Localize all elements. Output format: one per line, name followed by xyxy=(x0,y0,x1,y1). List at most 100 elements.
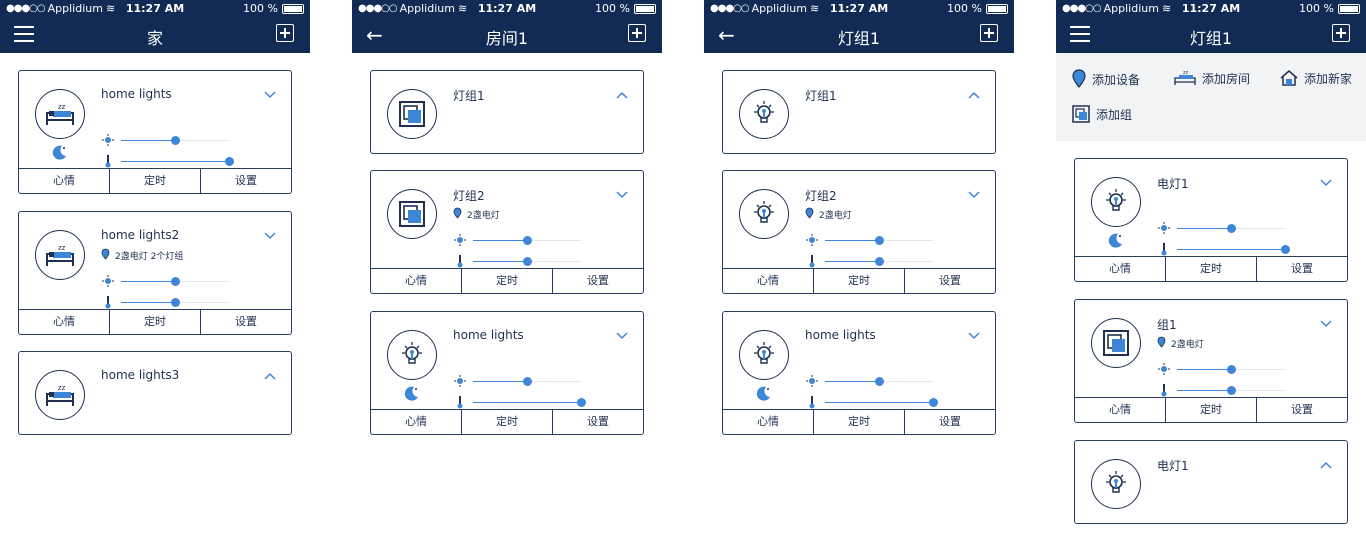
temperature-slider[interactable] xyxy=(1177,385,1285,395)
chevron-down-icon[interactable] xyxy=(967,326,981,340)
brightness-slider[interactable] xyxy=(473,235,581,245)
add-room-button[interactable]: zz 添加房间 xyxy=(1174,69,1250,87)
add-icon[interactable] xyxy=(628,24,646,42)
chevron-down-icon[interactable] xyxy=(1319,173,1333,187)
device-card[interactable]: 灯组2 2盏电灯 心情 定时 设置 xyxy=(722,170,996,294)
slider-handle[interactable] xyxy=(1227,364,1236,374)
slider-handle[interactable] xyxy=(171,135,180,145)
brightness-slider[interactable] xyxy=(121,276,229,286)
timer-tab[interactable]: 定时 xyxy=(813,269,904,293)
slider-handle[interactable] xyxy=(225,156,234,166)
chevron-up-icon[interactable] xyxy=(263,366,277,380)
chevron-down-icon[interactable] xyxy=(615,185,629,199)
moon-icon[interactable] xyxy=(403,384,421,402)
mood-tab[interactable]: 心情 xyxy=(723,410,813,434)
temperature-slider[interactable] xyxy=(1177,244,1290,254)
card-tabs: 心情 定时 设置 xyxy=(1075,256,1347,281)
slider-handle[interactable] xyxy=(1227,223,1236,233)
device-card[interactable]: 灯组1 xyxy=(722,70,996,154)
add-icon[interactable] xyxy=(276,24,294,42)
add-icon[interactable] xyxy=(980,24,998,42)
chevron-down-icon[interactable] xyxy=(263,226,277,240)
slider-handle[interactable] xyxy=(523,376,532,386)
slider-handle[interactable] xyxy=(1227,385,1236,395)
settings-tab[interactable]: 设置 xyxy=(552,269,643,293)
settings-tab[interactable]: 设置 xyxy=(200,310,291,334)
slider-handle[interactable] xyxy=(171,297,180,307)
mood-tab[interactable]: 心情 xyxy=(723,269,813,293)
brightness-icon xyxy=(805,374,819,388)
slider-handle[interactable] xyxy=(171,276,180,286)
device-card[interactable]: home lights 心情 定时 设置 xyxy=(370,311,644,435)
moon-icon[interactable] xyxy=(51,143,69,161)
device-card[interactable]: 灯组1 xyxy=(370,70,644,154)
temperature-icon xyxy=(805,395,819,409)
timer-tab[interactable]: 定时 xyxy=(1165,257,1256,281)
mood-tab[interactable]: 心情 xyxy=(1075,257,1165,281)
moon-icon[interactable] xyxy=(1107,231,1125,249)
add-device-button[interactable]: 添加设备 xyxy=(1072,69,1140,89)
add-icon[interactable] xyxy=(1332,24,1350,42)
device-card[interactable]: 电灯1 xyxy=(1074,440,1348,524)
timer-tab[interactable]: 定时 xyxy=(461,269,552,293)
slider-handle[interactable] xyxy=(523,235,532,245)
card-title: 灯组1 xyxy=(453,89,485,103)
device-card[interactable]: 组1 2盏电灯 心情 定时 设置 xyxy=(1074,299,1348,423)
slider-handle[interactable] xyxy=(523,256,532,266)
device-card[interactable]: zz home lights3 xyxy=(18,351,292,435)
brightness-slider[interactable] xyxy=(1177,364,1285,374)
settings-tab[interactable]: 设置 xyxy=(200,169,291,193)
brightness-slider[interactable] xyxy=(825,235,933,245)
chevron-down-icon[interactable] xyxy=(967,185,981,199)
device-card[interactable]: home lights 心情 定时 设置 xyxy=(722,311,996,435)
temperature-slider[interactable] xyxy=(825,397,938,407)
mood-tab[interactable]: 心情 xyxy=(1075,398,1165,422)
settings-tab[interactable]: 设置 xyxy=(1256,257,1347,281)
timer-tab[interactable]: 定时 xyxy=(461,410,552,434)
mood-tab[interactable]: 心情 xyxy=(371,410,461,434)
slider-handle[interactable] xyxy=(929,397,938,407)
chevron-up-icon[interactable] xyxy=(1319,455,1333,469)
temperature-slider[interactable] xyxy=(473,256,581,266)
chevron-down-icon[interactable] xyxy=(1319,314,1333,328)
temperature-slider[interactable] xyxy=(121,297,229,307)
slider-handle[interactable] xyxy=(577,397,586,407)
slider-handle[interactable] xyxy=(875,235,884,245)
device-card[interactable]: 电灯1 心情 定时 设置 xyxy=(1074,158,1348,282)
timer-tab[interactable]: 定时 xyxy=(813,410,904,434)
chevron-down-icon[interactable] xyxy=(263,85,277,99)
slider-handle[interactable] xyxy=(1281,244,1290,254)
device-card[interactable]: zz home lights2 2盏电灯 2个灯组 心情 定时 设置 xyxy=(18,211,292,335)
timer-tab[interactable]: 定时 xyxy=(109,169,200,193)
settings-tab[interactable]: 设置 xyxy=(904,269,995,293)
temperature-slider[interactable] xyxy=(473,397,586,407)
slider-handle[interactable] xyxy=(875,256,884,266)
temperature-slider[interactable] xyxy=(825,256,933,266)
chevron-down-icon[interactable] xyxy=(615,326,629,340)
timer-tab[interactable]: 定时 xyxy=(1165,398,1256,422)
brightness-slider[interactable] xyxy=(1177,223,1285,233)
brightness-slider[interactable] xyxy=(121,135,229,145)
temperature-icon xyxy=(805,254,819,268)
settings-tab[interactable]: 设置 xyxy=(904,410,995,434)
add-group-button[interactable]: 添加组 xyxy=(1072,105,1132,123)
device-card[interactable]: zz home lights 心情 定时 设置 xyxy=(18,70,292,194)
chevron-up-icon[interactable] xyxy=(967,85,981,99)
brightness-slider[interactable] xyxy=(825,376,933,386)
slider-handle[interactable] xyxy=(875,376,884,386)
temperature-slider[interactable] xyxy=(121,156,234,166)
brightness-icon xyxy=(453,233,467,247)
device-card[interactable]: 灯组2 2盏电灯 心情 定时 设置 xyxy=(370,170,644,294)
settings-tab[interactable]: 设置 xyxy=(1256,398,1347,422)
moon-icon[interactable] xyxy=(755,384,773,402)
mood-tab[interactable]: 心情 xyxy=(19,169,109,193)
screen-add-menu: ●●●○○ Applidium ≋ 11:27 AM 100 % 灯组1 添加设备 … xyxy=(1056,0,1366,552)
add-home-button[interactable]: 添加新家 xyxy=(1280,69,1352,87)
battery-icon xyxy=(1338,3,1360,14)
mood-tab[interactable]: 心情 xyxy=(19,310,109,334)
brightness-slider[interactable] xyxy=(473,376,581,386)
mood-tab[interactable]: 心情 xyxy=(371,269,461,293)
settings-tab[interactable]: 设置 xyxy=(552,410,643,434)
chevron-up-icon[interactable] xyxy=(615,85,629,99)
timer-tab[interactable]: 定时 xyxy=(109,310,200,334)
